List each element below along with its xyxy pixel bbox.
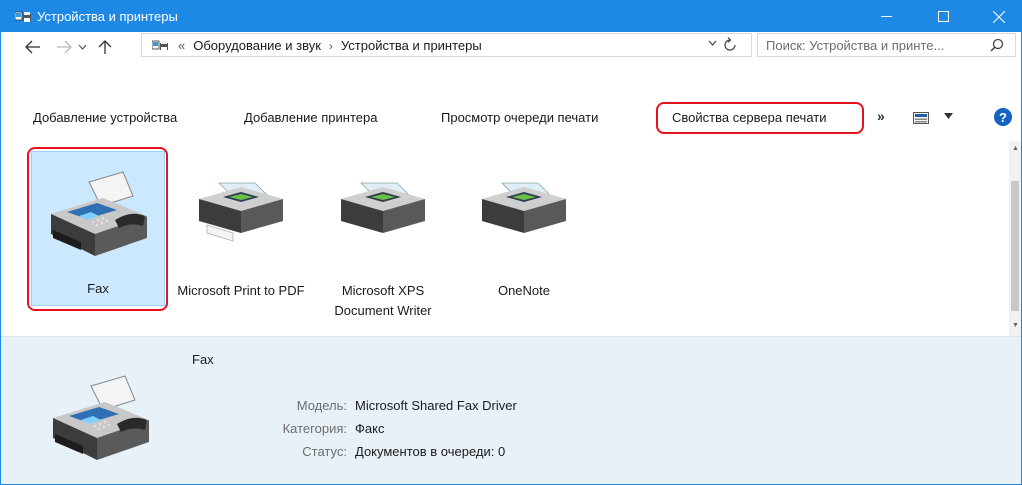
up-button[interactable] [95, 37, 115, 57]
printer-icon [482, 182, 566, 233]
printer-icon [199, 182, 283, 242]
view-options-dropdown[interactable] [944, 111, 953, 122]
search-icon[interactable] [990, 38, 1004, 52]
more-commands-button[interactable]: » [877, 108, 885, 124]
search-box[interactable] [757, 33, 1016, 57]
search-input[interactable] [766, 37, 982, 53]
recent-locations-button[interactable] [76, 37, 88, 57]
device-label-onenote: OneNote [497, 283, 551, 298]
property-label-category: Категория: [282, 421, 347, 436]
minimize-icon [880, 16, 892, 17]
devices-printers-window: Устройства и принтеры « Оборудование и з… [0, 0, 1022, 485]
forward-button[interactable] [54, 37, 74, 57]
property-label-model: Модель: [296, 398, 347, 413]
fax-icon [53, 375, 149, 460]
highlight-server-properties [656, 102, 864, 134]
arrow-left-icon [25, 40, 40, 54]
property-value-status: Документов в очереди: 0 [355, 444, 506, 459]
caret-down-icon [944, 113, 953, 119]
address-history-dropdown[interactable] [708, 38, 717, 49]
property-value-model: Microsoft Shared Fax Driver [355, 398, 517, 413]
printer-icon [341, 182, 425, 233]
breadcrumb-separator-icon[interactable]: › [329, 39, 333, 53]
property-label-status: Статус: [302, 444, 347, 459]
refresh-button[interactable] [724, 37, 736, 54]
device-item-microsoft-print-to-pdf[interactable]: Microsoft Print to PDF [171, 151, 311, 311]
details-pane: Fax Модель: Microsoft Shared Fax Driver … [1, 336, 1021, 484]
minimize-button[interactable] [863, 1, 909, 32]
back-button[interactable] [23, 37, 43, 57]
chevron-down-icon [708, 40, 717, 46]
close-button[interactable] [976, 1, 1021, 32]
property-value-category: Факс [355, 421, 385, 436]
scroll-down-icon[interactable]: ▼ [1012, 322, 1019, 329]
device-label-microsoft-xps-document-writer: Microsoft XPS Document Writer [334, 283, 432, 318]
highlight-fax-item [27, 147, 168, 311]
close-icon [993, 10, 1005, 23]
add-printer-button[interactable]: Добавление принтера [244, 110, 377, 125]
device-item-microsoft-xps-document-writer[interactable]: Microsoft XPS Document Writer [313, 151, 453, 318]
refresh-icon [724, 37, 736, 51]
maximize-button[interactable] [920, 1, 966, 32]
address-bar[interactable]: « Оборудование и звук › Устройства и при… [141, 33, 752, 57]
scroll-up-icon[interactable]: ▲ [1012, 145, 1019, 152]
breadcrumb-hardware-sound[interactable]: Оборудование и звук [193, 38, 321, 53]
devices-printers-location-icon [152, 40, 168, 51]
vertical-scrollbar[interactable]: ▲ ▼ [1009, 141, 1021, 336]
title-bar[interactable]: Устройства и принтеры [1, 1, 1021, 32]
change-view-icon[interactable] [913, 112, 929, 124]
scroll-thumb[interactable] [1011, 181, 1019, 311]
details-device-name: Fax [192, 352, 214, 367]
window-title: Устройства и принтеры [37, 9, 178, 24]
breadcrumb-devices-printers[interactable]: Устройства и принтеры [341, 38, 482, 53]
devices-printers-app-icon [15, 11, 31, 22]
chevron-down-icon [78, 44, 86, 50]
device-label-microsoft-print-to-pdf: Microsoft Print to PDF [177, 283, 305, 298]
add-device-button[interactable]: Добавление устройства [33, 110, 177, 125]
maximize-icon [937, 11, 949, 22]
device-item-onenote[interactable]: OneNote [454, 151, 594, 311]
breadcrumb: « Оборудование и звук › Устройства и при… [178, 38, 482, 53]
view-print-queue-button[interactable]: Просмотр очереди печати [441, 110, 598, 125]
arrow-right-icon [57, 40, 72, 54]
arrow-up-icon [98, 40, 112, 54]
breadcrumb-overflow[interactable]: « [178, 38, 185, 53]
help-button[interactable]: ? [994, 108, 1012, 126]
